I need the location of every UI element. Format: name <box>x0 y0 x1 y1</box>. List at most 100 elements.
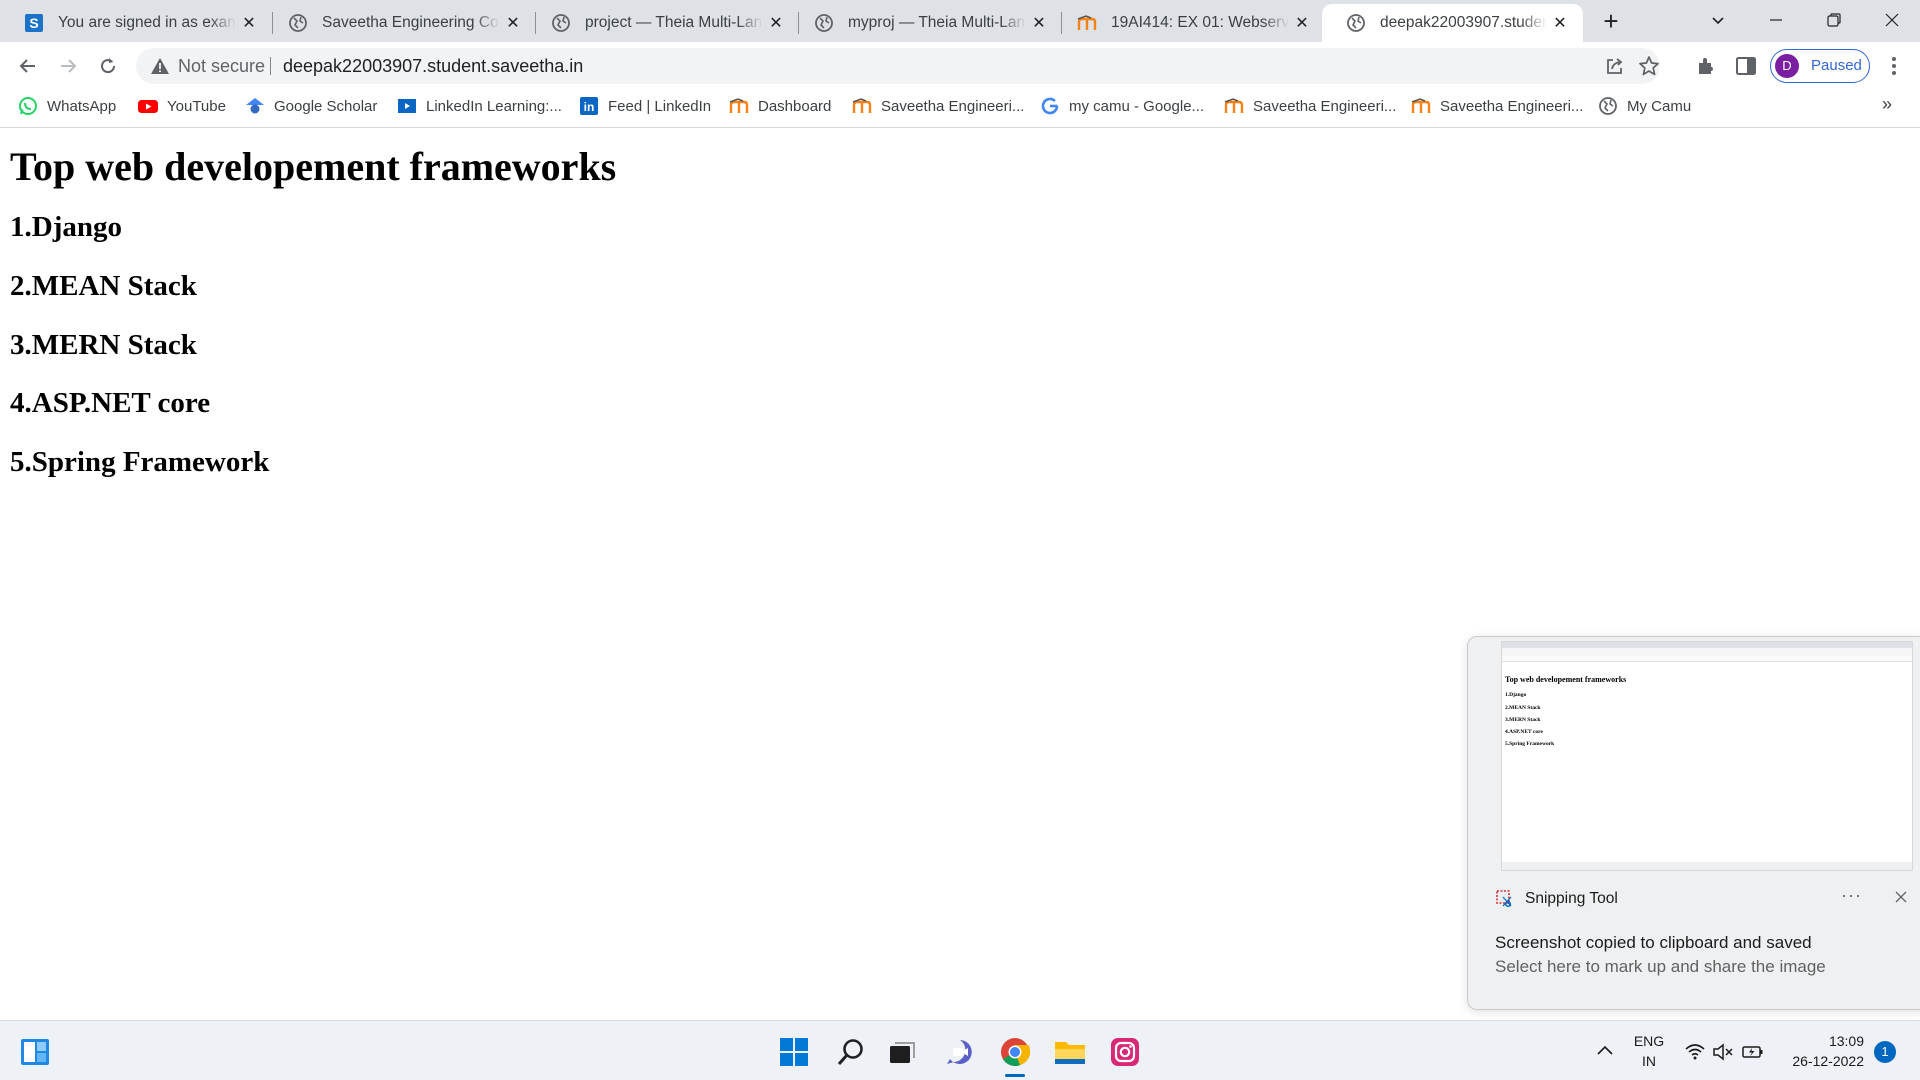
address-bar[interactable]: Not secure deepak22003907.student.saveet… <box>136 48 1660 84</box>
close-icon[interactable] <box>1891 887 1911 907</box>
arrow-left-icon <box>19 59 35 73</box>
framework-item: 3.MERN Stack <box>10 329 197 361</box>
star-icon[interactable] <box>1638 55 1660 77</box>
notification-header: Snipping Tool <box>1495 887 1618 911</box>
share-icon[interactable] <box>1604 55 1626 77</box>
active-app-indicator <box>1005 1074 1025 1077</box>
new-tab-button[interactable]: + <box>1595 6 1627 36</box>
notification-count-badge[interactable]: 1 <box>1874 1041 1896 1063</box>
bookmark-label: Google Scholar <box>274 97 378 115</box>
bookmark-linkedin-learning[interactable]: LinkedIn Learning:... <box>397 90 562 122</box>
bookmark-my-camu[interactable]: My Camu <box>1598 90 1691 122</box>
globe-icon <box>288 13 308 33</box>
profile-button[interactable]: D Paused <box>1770 49 1870 83</box>
close-tab-icon[interactable]: ✕ <box>500 13 526 33</box>
minimize-button[interactable] <box>1748 0 1804 40</box>
bookmark-linkedin-feed[interactable]: in Feed | LinkedIn <box>579 90 711 122</box>
close-tab-icon[interactable]: ✕ <box>1289 13 1315 33</box>
notification-subtext: Select here to mark up and share the ima… <box>1495 957 1826 976</box>
close-tab-icon[interactable]: ✕ <box>1026 13 1052 33</box>
minimize-icon <box>1770 19 1782 21</box>
close-tab-icon[interactable]: ✕ <box>236 13 262 33</box>
globe-icon <box>1346 13 1366 33</box>
wifi-icon[interactable] <box>1684 1041 1706 1063</box>
reload-button[interactable] <box>92 50 124 82</box>
browser-toolbar: Not secure deepak22003907.student.saveet… <box>0 42 1920 90</box>
input-language-button[interactable]: ENG IN <box>1632 1031 1666 1071</box>
more-menu-icon[interactable] <box>1882 54 1906 78</box>
tab-strip: S You are signed in as examu ✕ Saveetha … <box>0 0 1920 42</box>
teams-chat-button[interactable] <box>943 1035 977 1069</box>
bookmark-youtube[interactable]: YouTube <box>138 90 226 122</box>
restore-icon <box>1827 13 1841 27</box>
tab-1[interactable]: S You are signed in as examu ✕ <box>0 4 272 42</box>
moodle-icon <box>1077 13 1097 33</box>
start-button[interactable] <box>777 1035 811 1069</box>
tab-title: myproj — Theia Multi-Lang <box>848 14 1026 32</box>
tab-title: deepak22003907.student.sa <box>1380 14 1547 32</box>
chevron-up-icon[interactable] <box>1594 1040 1616 1062</box>
battery-icon[interactable] <box>1742 1041 1764 1063</box>
bookmarks-bar: WhatsApp YouTube Google Scholar LinkedIn… <box>0 90 1920 128</box>
file-explorer-button[interactable] <box>1053 1035 1087 1069</box>
system-clock[interactable]: 13:09 26-12-2022 <box>1776 1031 1864 1071</box>
screenshot-thumbnail[interactable]: Top web developement frameworks 1.Django… <box>1501 641 1913 871</box>
tab-search-button[interactable] <box>1690 0 1746 40</box>
globe-icon <box>551 13 571 33</box>
task-view-button[interactable] <box>885 1035 919 1069</box>
bookmark-label: my camu - Google... <box>1069 97 1205 115</box>
bookmark-google-scholar[interactable]: Google Scholar <box>245 90 377 122</box>
clock-date: 26-12-2022 <box>1792 1053 1864 1069</box>
instagram-button[interactable] <box>1108 1035 1142 1069</box>
s-logo-icon: S <box>24 13 44 33</box>
task-view-icon <box>890 1042 915 1063</box>
tab-6-active[interactable]: deepak22003907.student.sa ✕ <box>1322 4 1583 42</box>
widgets-button[interactable] <box>18 1035 52 1069</box>
bookmark-label: My Camu <box>1627 97 1692 115</box>
url-text[interactable]: deepak22003907.student.saveetha.in <box>283 48 583 84</box>
close-tab-icon[interactable]: ✕ <box>1547 13 1573 33</box>
moodle-icon <box>1411 96 1431 116</box>
back-button[interactable] <box>12 50 44 82</box>
forward-button[interactable] <box>52 50 84 82</box>
extensions-icon[interactable] <box>1694 54 1718 78</box>
search-button[interactable] <box>834 1035 868 1069</box>
tab-3[interactable]: project — Theia Multi-Lang ✕ <box>527 4 799 42</box>
bookmark-saveetha-3[interactable]: Saveetha Engineeri... <box>1411 90 1583 122</box>
tab-5[interactable]: 19AI414: EX 01: Webserver ✕ <box>1053 4 1325 42</box>
tab-4[interactable]: myproj — Theia Multi-Lang ✕ <box>790 4 1062 42</box>
close-window-button[interactable] <box>1864 0 1920 40</box>
warning-icon[interactable] <box>150 56 170 76</box>
bookmark-whatsapp[interactable]: WhatsApp <box>18 90 116 122</box>
thumbnail-item: 5.Spring Framework <box>1505 741 1555 747</box>
google-icon <box>1040 96 1060 116</box>
notification-more-button[interactable]: ··· <box>1841 885 1862 906</box>
tab-title: Saveetha Engineering Colle <box>322 14 500 32</box>
framework-item: 4.ASP.NET core <box>10 387 211 419</box>
framework-item: 1.Django <box>10 211 122 243</box>
windows-taskbar: ENG IN 13:09 26-12-2022 1 <box>0 1020 1920 1080</box>
bookmark-saveetha-1[interactable]: Saveetha Engineeri... <box>852 90 1024 122</box>
bookmark-label: LinkedIn Learning:... <box>426 97 562 115</box>
bookmark-saveetha-2[interactable]: Saveetha Engineeri... <box>1224 90 1396 122</box>
bookmarks-overflow-button[interactable]: » <box>1882 94 1892 115</box>
chrome-button[interactable] <box>998 1035 1032 1069</box>
security-label[interactable]: Not secure <box>178 48 265 84</box>
snipping-tool-notification[interactable]: Top web developement frameworks 1.Django… <box>1467 636 1920 1010</box>
bookmark-dashboard[interactable]: Dashboard <box>729 90 831 122</box>
restore-button[interactable] <box>1806 0 1862 40</box>
globe-icon <box>1598 96 1618 116</box>
thumbnail-heading: Top web developement frameworks <box>1505 675 1627 684</box>
close-tab-icon[interactable]: ✕ <box>763 13 789 33</box>
bookmark-label: Saveetha Engineeri... <box>881 97 1025 115</box>
chrome-icon <box>1001 1038 1030 1066</box>
tab-title: 19AI414: EX 01: Webserver <box>1111 14 1289 32</box>
tab-2[interactable]: Saveetha Engineering Colle ✕ <box>264 4 536 42</box>
side-panel-icon[interactable] <box>1734 54 1758 78</box>
folder-icon <box>1055 1042 1085 1064</box>
bookmark-label: Dashboard <box>758 97 832 115</box>
bookmark-my-camu-google[interactable]: my camu - Google... <box>1040 90 1204 122</box>
speaker-muted-icon[interactable] <box>1712 1041 1734 1063</box>
language-code: ENG <box>1633 1033 1665 1049</box>
bookmark-label: Saveetha Engineeri... <box>1440 97 1584 115</box>
